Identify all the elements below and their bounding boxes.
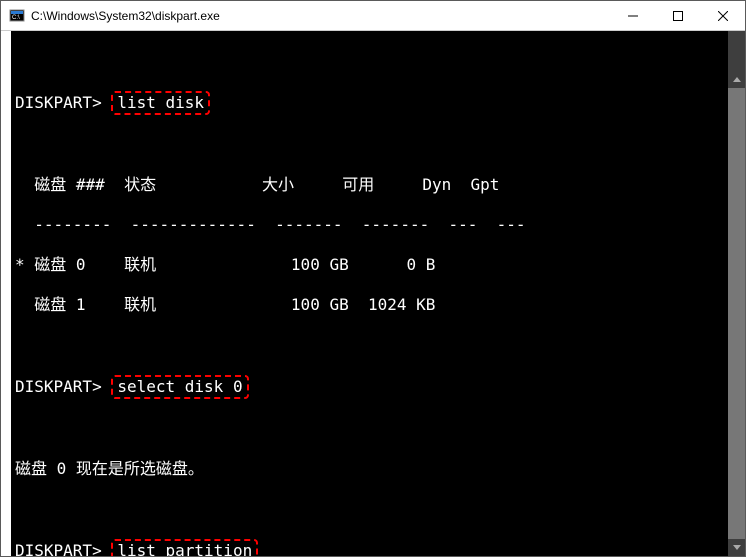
- diskpart-window: C:\ C:\Windows\System32\diskpart.exe DIS…: [0, 0, 746, 557]
- disk-table-header: 磁盘 ### 状态 大小 可用 Dyn Gpt: [15, 175, 741, 195]
- select-disk-msg: 磁盘 0 现在是所选磁盘。: [15, 459, 741, 479]
- cmd-list-partition: list partition: [111, 539, 258, 556]
- close-button[interactable]: [700, 1, 745, 31]
- terminal-body[interactable]: DISKPART> list disk 磁盘 ### 状态 大小 可用 Dyn …: [1, 31, 745, 556]
- svg-text:C:\: C:\: [12, 15, 20, 21]
- app-icon: C:\: [9, 8, 25, 24]
- scrollbar[interactable]: [728, 31, 745, 556]
- window-controls: [610, 1, 745, 31]
- terminal-line: DISKPART> list partition: [15, 539, 741, 556]
- terminal-line: [15, 335, 741, 355]
- terminal-line: DISKPART> list disk: [15, 91, 741, 115]
- cmd-select-disk: select disk 0: [111, 375, 248, 399]
- minimize-button[interactable]: [610, 1, 655, 31]
- terminal-line: [15, 51, 741, 71]
- titlebar[interactable]: C:\ C:\Windows\System32\diskpart.exe: [1, 1, 745, 31]
- scroll-thumb[interactable]: [728, 88, 745, 556]
- window-title: C:\Windows\System32\diskpart.exe: [31, 9, 610, 23]
- terminal-line: DISKPART> select disk 0: [15, 375, 741, 399]
- scroll-track[interactable]: [728, 48, 745, 539]
- terminal-line: [15, 419, 741, 439]
- prompt: DISKPART>: [15, 541, 102, 556]
- cmd-list-disk: list disk: [111, 91, 210, 115]
- scroll-down-button[interactable]: [728, 539, 745, 556]
- prompt: DISKPART>: [15, 93, 102, 112]
- terminal-line: [15, 499, 741, 519]
- disk-table-sep: -------- ------------- ------- ------- -…: [15, 215, 741, 235]
- disk-row: * 磁盘 0 联机 100 GB 0 B: [15, 255, 741, 275]
- prompt: DISKPART>: [15, 377, 102, 396]
- disk-row: 磁盘 1 联机 100 GB 1024 KB: [15, 295, 741, 315]
- terminal-line: [15, 135, 741, 155]
- maximize-button[interactable]: [655, 1, 700, 31]
